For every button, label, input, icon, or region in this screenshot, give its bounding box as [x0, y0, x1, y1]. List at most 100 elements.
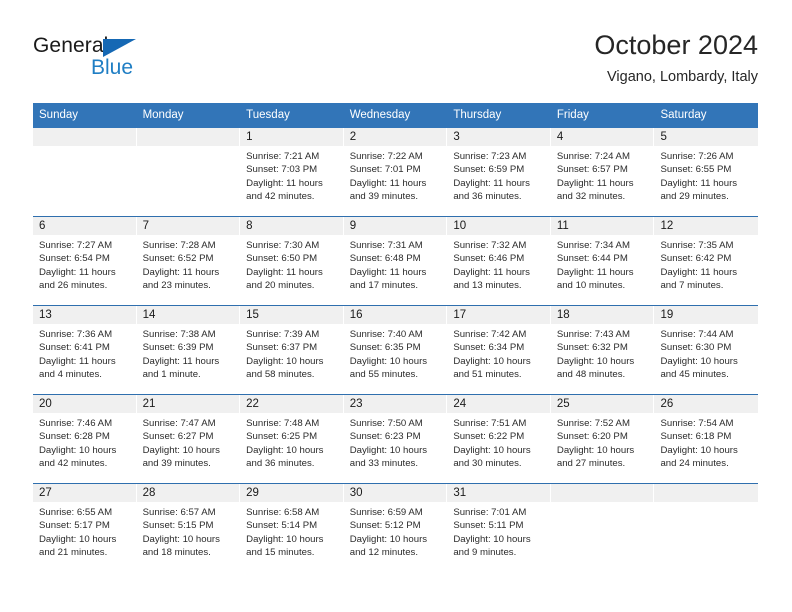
sunrise-time: Sunrise: 6:59 AM — [349, 507, 423, 518]
day-sun-details: Sunrise: 7:32 AM Sunset: 6:46 PM Daylight:… — [447, 235, 551, 293]
calendar-day-cell[interactable]: 29 Sunrise: 6:58 AM Sunset: 5:14 PM Dayligh… — [240, 484, 344, 572]
calendar-day-cell[interactable]: 30 Sunrise: 6:59 AM Sunset: 5:12 PM Dayligh… — [343, 484, 448, 572]
sunrise-time: Sunrise: 7:28 AM — [142, 240, 216, 251]
daylight-duration-line1: Daylight: 10 hours — [453, 355, 531, 367]
calendar-day-cell[interactable]: 11 Sunrise: 7:34 AM Sunset: 6:44 PM Dayligh… — [550, 217, 655, 305]
calendar-day-cell[interactable]: 1 Sunrise: 7:21 AM Sunset: 7:03 PM Daylight… — [240, 128, 344, 216]
day-number: 13 — [33, 306, 137, 324]
weekday-header-wednesday: Wednesday — [349, 109, 411, 121]
sunrise-time: Sunrise: 7:01 AM — [453, 507, 527, 518]
calendar-day-cell[interactable]: 21 Sunrise: 7:47 AM Sunset: 6:27 PM Dayligh… — [136, 395, 241, 483]
calendar-week-row: 27 Sunrise: 6:55 AM Sunset: 5:17 PM Dayligh… — [33, 483, 759, 572]
calendar-day-cell[interactable]: 12 Sunrise: 7:35 AM Sunset: 6:42 PM Dayligh… — [654, 217, 759, 305]
calendar-day-cell[interactable]: 10 Sunrise: 7:32 AM Sunset: 6:46 PM Dayligh… — [447, 217, 551, 305]
day-number: 31 — [447, 484, 551, 502]
sunset-time: Sunset: 6:28 PM — [39, 431, 110, 443]
day-sun-details: Sunrise: 7:23 AM Sunset: 6:59 PM Daylight:… — [447, 146, 551, 204]
calendar-day-cell[interactable]: 2 Sunrise: 7:22 AM Sunset: 7:01 PM Daylight… — [343, 128, 448, 216]
calendar-day-cell[interactable]: 3 Sunrise: 7:23 AM Sunset: 6:59 PM Daylight… — [447, 128, 551, 216]
daylight-duration-line2: and 26 minutes. — [39, 280, 108, 292]
sunrise-time: Sunrise: 7:38 AM — [142, 329, 216, 340]
day-number: 28 — [136, 484, 241, 502]
sunrise-time: Sunrise: 7:44 AM — [660, 329, 734, 340]
calendar-day-cell[interactable]: 16 Sunrise: 7:40 AM Sunset: 6:35 PM Dayligh… — [343, 306, 448, 394]
calendar-day-cell[interactable]: 5 Sunrise: 7:26 AM Sunset: 6:55 PM Daylight… — [654, 128, 759, 216]
daylight-duration-line1: Daylight: 11 hours — [556, 266, 634, 278]
calendar-day-cell[interactable]: 19 Sunrise: 7:44 AM Sunset: 6:30 PM Dayligh… — [654, 306, 759, 394]
daylight-duration-line1: Daylight: 11 hours — [453, 266, 530, 278]
day-sun-details: Sunrise: 7:48 AM Sunset: 6:25 PM Daylight:… — [240, 413, 344, 471]
day-sun-details: Sunrise: 6:58 AM Sunset: 5:14 PM Daylight:… — [240, 502, 344, 560]
daylight-duration-line2: and 1 minute. — [142, 369, 201, 381]
daylight-duration-line2: and 58 minutes. — [246, 369, 315, 381]
day-sun-details: Sunrise: 7:43 AM Sunset: 6:32 PM Daylight:… — [551, 324, 655, 382]
daylight-duration-line2: and 23 minutes. — [142, 280, 211, 292]
daylight-duration-line2: and 29 minutes. — [660, 191, 729, 203]
day-number: 11 — [550, 217, 655, 235]
sunrise-time: Sunrise: 7:32 AM — [453, 240, 527, 251]
calendar-day-cell[interactable]: 15 Sunrise: 7:39 AM Sunset: 6:37 PM Dayligh… — [240, 306, 344, 394]
weekday-header-friday: Friday — [556, 109, 589, 121]
calendar-day-cell[interactable]: 17 Sunrise: 7:42 AM Sunset: 6:34 PM Dayligh… — [447, 306, 551, 394]
title-block: October 2024 Vigano, Lombardy, Italy — [594, 28, 758, 88]
day-number — [550, 484, 655, 502]
day-sun-details: Sunrise: 7:24 AM Sunset: 6:57 PM Daylight:… — [551, 146, 655, 204]
day-number: 23 — [343, 395, 448, 413]
weekday-header-tuesday: Tuesday — [246, 109, 290, 121]
sunset-time: Sunset: 6:48 PM — [349, 253, 421, 265]
sunset-time: Sunset: 6:59 PM — [453, 164, 525, 176]
day-number: 6 — [33, 217, 137, 235]
calendar-day-cell[interactable]: 9 Sunrise: 7:31 AM Sunset: 6:48 PM Daylight… — [343, 217, 448, 305]
calendar-day-cell[interactable]: 4 Sunrise: 7:24 AM Sunset: 6:57 PM Daylight… — [550, 128, 655, 216]
sunset-time: Sunset: 6:35 PM — [349, 342, 421, 354]
day-number — [33, 128, 137, 146]
calendar-week-row: 6 Sunrise: 7:27 AM Sunset: 6:54 PM Daylight… — [33, 216, 759, 305]
calendar-day-cell[interactable]: 24 Sunrise: 7:51 AM Sunset: 6:22 PM Dayligh… — [447, 395, 551, 483]
day-sun-details: Sunrise: 7:27 AM Sunset: 6:54 PM Daylight:… — [33, 235, 137, 293]
daylight-duration-line1: Daylight: 10 hours — [39, 533, 117, 545]
daylight-duration-line1: Daylight: 10 hours — [246, 355, 324, 367]
sunrise-time: Sunrise: 7:27 AM — [39, 240, 113, 251]
day-number: 8 — [240, 217, 344, 235]
calendar-day-cell[interactable]: 22 Sunrise: 7:48 AM Sunset: 6:25 PM Dayligh… — [240, 395, 344, 483]
day-sun-details: Sunrise: 7:44 AM Sunset: 6:30 PM Daylight:… — [654, 324, 758, 382]
sunrise-time: Sunrise: 7:35 AM — [660, 240, 734, 251]
daylight-duration-line2: and 51 minutes. — [453, 369, 522, 381]
calendar-day-cell[interactable]: 23 Sunrise: 7:50 AM Sunset: 6:23 PM Dayligh… — [343, 395, 448, 483]
calendar-day-cell[interactable]: 18 Sunrise: 7:43 AM Sunset: 6:32 PM Dayligh… — [550, 306, 655, 394]
calendar-day-cell[interactable]: 31 Sunrise: 7:01 AM Sunset: 5:11 PM Dayligh… — [447, 484, 551, 572]
sunset-time: Sunset: 6:50 PM — [246, 253, 318, 265]
sunrise-time: Sunrise: 7:21 AM — [246, 151, 320, 162]
sunrise-time: Sunrise: 7:54 AM — [660, 418, 734, 429]
daylight-duration-line1: Daylight: 10 hours — [660, 444, 738, 456]
sunrise-time: Sunrise: 7:50 AM — [349, 418, 423, 429]
sunset-time: Sunset: 6:27 PM — [142, 431, 214, 443]
day-sun-details: Sunrise: 7:30 AM Sunset: 6:50 PM Daylight:… — [240, 235, 344, 293]
daylight-duration-line2: and 55 minutes. — [349, 369, 419, 381]
calendar-day-cell[interactable]: 6 Sunrise: 7:27 AM Sunset: 6:54 PM Daylight… — [33, 217, 137, 305]
sunrise-time: Sunrise: 7:47 AM — [142, 418, 216, 429]
calendar-day-cell[interactable]: 28 Sunrise: 6:57 AM Sunset: 5:15 PM Dayligh… — [136, 484, 241, 572]
daylight-duration-line2: and 45 minutes. — [660, 369, 729, 381]
calendar-day-cell[interactable]: 26 Sunrise: 7:54 AM Sunset: 6:18 PM Dayligh… — [654, 395, 759, 483]
daylight-duration-line1: Daylight: 10 hours — [660, 355, 738, 367]
day-sun-details: Sunrise: 6:57 AM Sunset: 5:15 PM Daylight:… — [137, 502, 241, 560]
day-sun-details: Sunrise: 7:51 AM Sunset: 6:22 PM Daylight:… — [447, 413, 551, 471]
daylight-duration-line1: Daylight: 11 hours — [142, 266, 220, 278]
day-number: 27 — [33, 484, 137, 502]
calendar-day-cell[interactable]: 13 Sunrise: 7:36 AM Sunset: 6:41 PM Dayligh… — [33, 306, 137, 394]
calendar-day-cell-empty — [136, 128, 241, 216]
calendar-day-cell[interactable]: 20 Sunrise: 7:46 AM Sunset: 6:28 PM Dayligh… — [33, 395, 137, 483]
sunrise-time: Sunrise: 7:42 AM — [453, 329, 527, 340]
sunset-time: Sunset: 6:39 PM — [142, 342, 214, 354]
generalblue-logo[interactable]: General Blue — [33, 34, 213, 90]
calendar-day-cell[interactable]: 7 Sunrise: 7:28 AM Sunset: 6:52 PM Daylight… — [136, 217, 241, 305]
calendar-day-cell[interactable]: 27 Sunrise: 6:55 AM Sunset: 5:17 PM Dayligh… — [33, 484, 137, 572]
calendar-day-cell[interactable]: 25 Sunrise: 7:52 AM Sunset: 6:20 PM Dayligh… — [550, 395, 655, 483]
calendar-day-cell[interactable]: 8 Sunrise: 7:30 AM Sunset: 6:50 PM Daylight… — [240, 217, 344, 305]
day-number: 12 — [654, 217, 759, 235]
daylight-duration-line2: and 13 minutes. — [453, 280, 522, 292]
daylight-duration-line1: Daylight: 10 hours — [39, 444, 117, 456]
calendar-day-cell[interactable]: 14 Sunrise: 7:38 AM Sunset: 6:39 PM Dayligh… — [136, 306, 241, 394]
sunset-time: Sunset: 5:11 PM — [453, 520, 524, 532]
